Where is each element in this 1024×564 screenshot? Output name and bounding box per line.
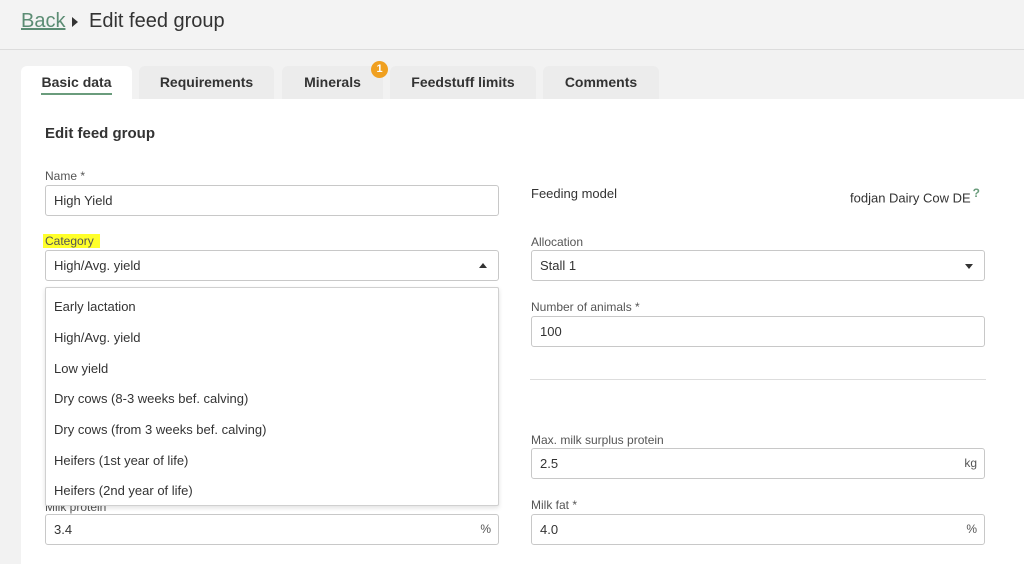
- tab-feedstuff-limits[interactable]: Feedstuff limits: [390, 66, 536, 99]
- dropdown-option[interactable]: Early lactation: [46, 291, 498, 322]
- section-title: Edit feed group: [45, 125, 155, 142]
- dropdown-option[interactable]: Low yield: [46, 353, 498, 384]
- tab-requirements[interactable]: Requirements: [139, 66, 274, 99]
- caret-down-icon: [965, 264, 973, 269]
- help-icon[interactable]: ?: [973, 186, 980, 200]
- dropdown-option[interactable]: Heifers (2nd year of life): [46, 475, 498, 506]
- dropdown-option[interactable]: Dry cows (from 3 weeks bef. calving): [46, 414, 498, 445]
- tab-label: Feedstuff limits: [411, 74, 515, 90]
- category-label: Category: [43, 234, 100, 248]
- number-of-animals-value: 100: [540, 324, 562, 339]
- category-dropdown: Early lactation High/Avg. yield Low yiel…: [45, 287, 499, 506]
- milk-fat-value: 4.0: [540, 522, 559, 537]
- max-milk-surplus-protein-input[interactable]: 2.5 kg: [531, 448, 985, 479]
- dropdown-option[interactable]: High/Avg. yield: [46, 322, 498, 353]
- dropdown-option[interactable]: Heifers (1st year of life): [46, 445, 498, 476]
- feeding-model-name: fodjan Dairy Cow DE: [850, 190, 971, 206]
- allocation-select[interactable]: Stall 1: [531, 250, 985, 281]
- tab-minerals[interactable]: Minerals: [282, 66, 383, 99]
- name-input[interactable]: High Yield: [45, 185, 499, 216]
- allocation-label: Allocation: [531, 235, 584, 249]
- category-value: High/Avg. yield: [54, 258, 141, 273]
- minerals-badge: 1: [371, 61, 388, 78]
- max-milk-surplus-protein-value: 2.5: [540, 456, 559, 471]
- milk-protein-value: 3.4: [54, 522, 73, 537]
- name-value: High Yield: [54, 193, 113, 208]
- top-bar: Back Edit feed group: [0, 0, 1024, 50]
- number-of-animals-label: Number of animals *: [531, 300, 640, 314]
- breadcrumb-arrow-icon: [72, 17, 78, 27]
- tab-label: Basic data: [41, 74, 112, 95]
- unit-percent: %: [966, 522, 977, 536]
- section-divider: [530, 379, 986, 380]
- milk-fat-input[interactable]: 4.0 %: [531, 514, 985, 545]
- number-of-animals-input[interactable]: 100: [531, 316, 985, 347]
- tab-basic-data[interactable]: Basic data: [21, 66, 132, 99]
- unit-kg: kg: [964, 456, 977, 470]
- milk-fat-label: Milk fat *: [531, 498, 578, 512]
- tab-label: Requirements: [159, 74, 254, 90]
- dropdown-option[interactable]: Dry cows (8-3 weeks bef. calving): [46, 383, 498, 414]
- tab-label: Minerals: [304, 74, 361, 90]
- name-label: Name *: [45, 169, 86, 183]
- caret-up-icon: [479, 263, 487, 268]
- tab-label: Comments: [564, 74, 638, 90]
- max-milk-surplus-protein-label: Max. milk surplus protein: [531, 433, 664, 447]
- feeding-model-value: fodjan Dairy Cow DE?: [850, 186, 980, 205]
- tab-comments[interactable]: Comments: [543, 66, 659, 99]
- allocation-value: Stall 1: [540, 258, 577, 273]
- back-link[interactable]: Back: [21, 10, 65, 33]
- milk-protein-input[interactable]: 3.4 %: [45, 514, 499, 545]
- feeding-model-label: Feeding model: [531, 186, 617, 201]
- category-select[interactable]: High/Avg. yield: [45, 250, 499, 281]
- unit-percent: %: [480, 522, 491, 536]
- page-title: Edit feed group: [89, 10, 225, 32]
